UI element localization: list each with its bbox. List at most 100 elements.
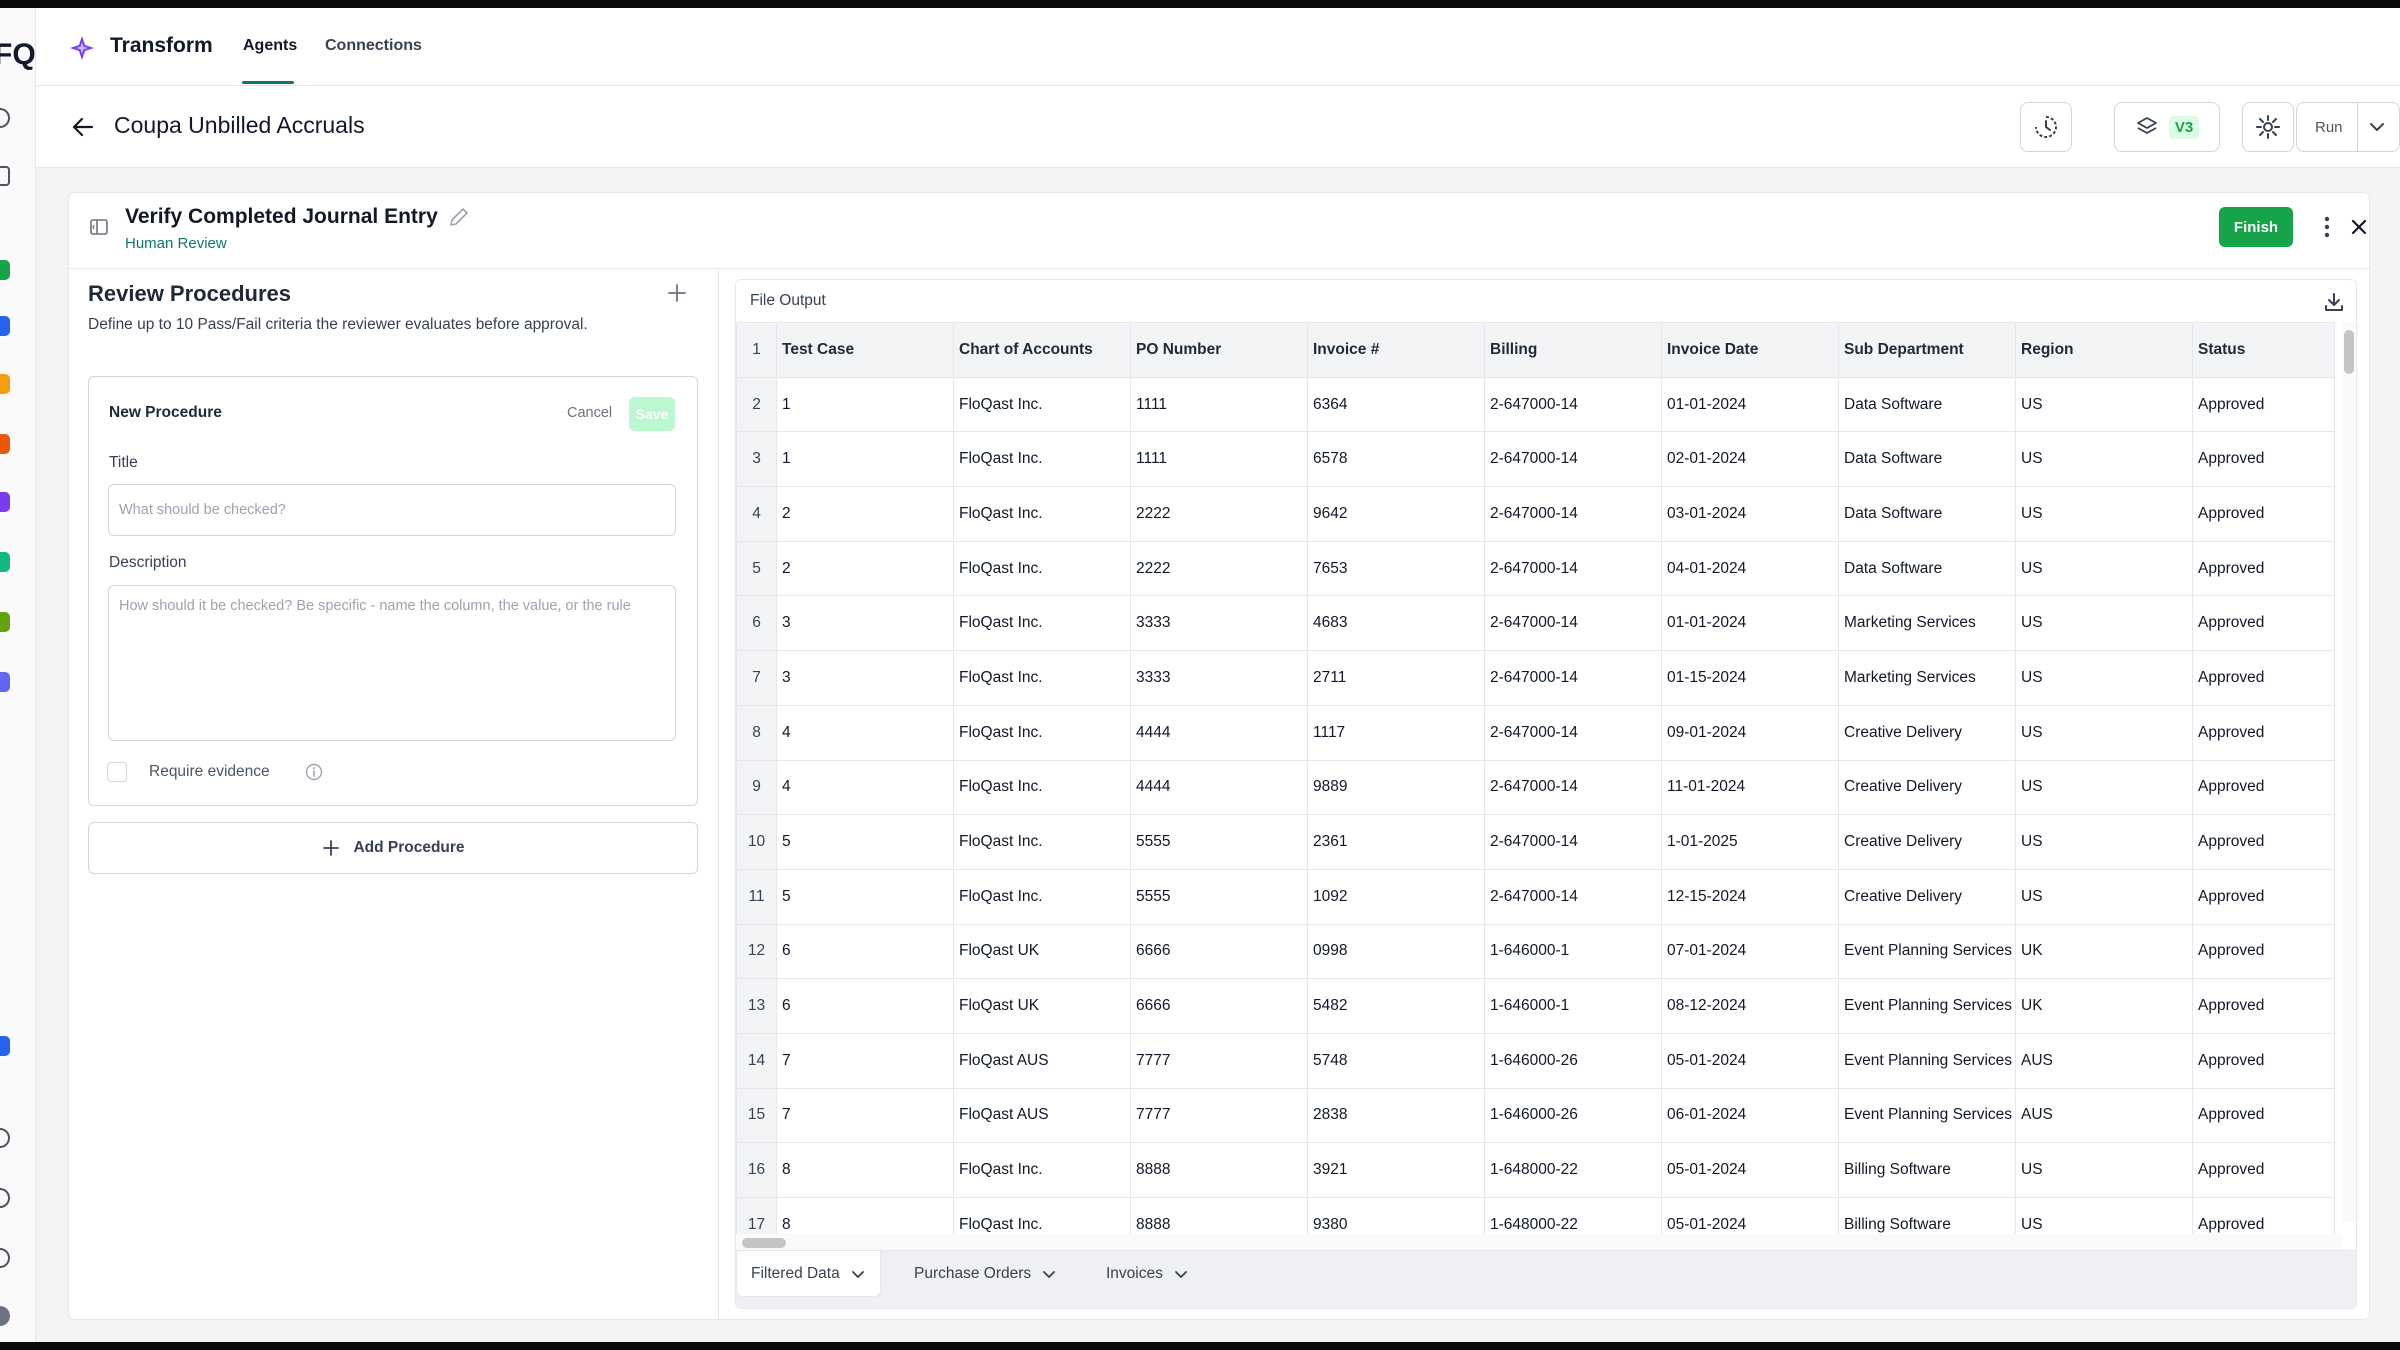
table-cell[interactable]: US bbox=[2015, 540, 2193, 597]
table-cell[interactable]: Data Software bbox=[1838, 486, 2016, 542]
table-cell[interactable]: 2-647000-14 bbox=[1484, 704, 1662, 761]
table-row[interactable]: 8 4 FloQast Inc. 4444 1117 2-647000-14 09-01-2… bbox=[736, 704, 2335, 761]
app-icon-lime[interactable] bbox=[0, 612, 10, 632]
table-row[interactable]: 12 6 FloQast UK 6666 0998 1-646000-1 07-01-202… bbox=[736, 923, 2335, 980]
table-cell[interactable]: 5748 bbox=[1307, 1032, 1485, 1089]
chevron-down-icon[interactable] bbox=[1041, 1266, 1057, 1282]
table-cell[interactable]: 01-15-2024 bbox=[1661, 650, 1839, 706]
table-cell[interactable]: FloQast AUS bbox=[953, 1087, 1131, 1144]
column-header[interactable]: Sub Department bbox=[1838, 322, 2016, 378]
table-cell[interactable]: US bbox=[2015, 1197, 2193, 1234]
table-cell[interactable]: 5 bbox=[776, 814, 954, 870]
table-cell[interactable]: Creative Delivery bbox=[1838, 759, 2016, 816]
save-button[interactable]: Save bbox=[629, 397, 675, 431]
table-cell[interactable]: 2-647000-14 bbox=[1484, 868, 1662, 925]
table-cell[interactable]: 01-01-2024 bbox=[1661, 595, 1839, 652]
table-cell[interactable]: US bbox=[2015, 431, 2193, 488]
table-cell[interactable]: FloQast Inc. bbox=[953, 868, 1131, 925]
table-cell[interactable]: FloQast Inc. bbox=[953, 540, 1131, 597]
table-cell[interactable]: 5555 bbox=[1130, 814, 1308, 870]
column-header[interactable]: Test Case bbox=[776, 322, 954, 378]
table-cell[interactable]: 2 bbox=[776, 540, 954, 597]
table-cell[interactable]: Approved bbox=[2192, 978, 2335, 1034]
table-cell[interactable]: 2-647000-14 bbox=[1484, 486, 1662, 542]
table-cell[interactable]: US bbox=[2015, 814, 2193, 870]
app-icon-red[interactable] bbox=[0, 434, 10, 454]
table-row[interactable]: 3 1 FloQast Inc. 1111 6578 2-647000-14 02-01-2… bbox=[736, 431, 2335, 488]
table-cell[interactable]: 2-647000-14 bbox=[1484, 595, 1662, 652]
table-row[interactable]: 14 7 FloQast AUS 7777 5748 1-646000-26 05-01-2… bbox=[736, 1032, 2335, 1089]
table-cell[interactable]: 4 bbox=[776, 759, 954, 816]
table-cell[interactable]: 1-648000-22 bbox=[1484, 1197, 1662, 1234]
table-cell[interactable]: 1-646000-26 bbox=[1484, 1087, 1662, 1144]
table-cell[interactable]: 06-01-2024 bbox=[1661, 1087, 1839, 1144]
finish-button[interactable]: Finish bbox=[2219, 207, 2293, 247]
table-row[interactable]: 4 2 FloQast Inc. 2222 9642 2-647000-14 03-01-2… bbox=[736, 486, 2335, 542]
table-cell[interactable]: UK bbox=[2015, 978, 2193, 1034]
table-cell[interactable]: 8 bbox=[776, 1197, 954, 1234]
table-cell[interactable]: 09-01-2024 bbox=[1661, 704, 1839, 761]
table-cell[interactable]: 1111 bbox=[1130, 431, 1308, 488]
table-cell[interactable]: Approved bbox=[2192, 431, 2335, 488]
table-cell[interactable]: 6 bbox=[776, 923, 954, 980]
table-cell[interactable]: FloQast UK bbox=[953, 923, 1131, 980]
table-cell[interactable]: 1-646000-1 bbox=[1484, 923, 1662, 980]
app-icon-indigo[interactable] bbox=[0, 672, 10, 692]
table-cell[interactable]: Data Software bbox=[1838, 376, 2016, 433]
menu-icon[interactable] bbox=[0, 166, 10, 186]
table-row[interactable]: 6 3 FloQast Inc. 3333 4683 2-647000-14 01-01-2… bbox=[736, 595, 2335, 652]
chevron-down-icon[interactable] bbox=[850, 1266, 866, 1282]
table-cell[interactable]: 7 bbox=[776, 1087, 954, 1144]
table-cell[interactable]: 1-646000-26 bbox=[1484, 1032, 1662, 1089]
table-row[interactable]: 9 4 FloQast Inc. 4444 9889 2-647000-14 11-01-2… bbox=[736, 759, 2335, 816]
table-cell[interactable]: US bbox=[2015, 376, 2193, 433]
table-cell[interactable]: 1092 bbox=[1307, 868, 1485, 925]
table-cell[interactable]: 2838 bbox=[1307, 1087, 1485, 1144]
table-cell[interactable]: FloQast AUS bbox=[953, 1032, 1131, 1089]
table-cell[interactable]: 8 bbox=[776, 1142, 954, 1198]
table-cell[interactable]: US bbox=[2015, 868, 2193, 925]
plus-icon[interactable] bbox=[665, 281, 689, 305]
table-cell[interactable]: 01-01-2024 bbox=[1661, 376, 1839, 433]
table-cell[interactable]: FloQast Inc. bbox=[953, 759, 1131, 816]
table-cell[interactable]: 9380 bbox=[1307, 1197, 1485, 1234]
chevron-down-icon[interactable] bbox=[1173, 1266, 1189, 1282]
table-cell[interactable]: 8888 bbox=[1130, 1142, 1308, 1198]
title-input[interactable] bbox=[108, 484, 676, 536]
table-cell[interactable]: FloQast Inc. bbox=[953, 486, 1131, 542]
app-icon-purple[interactable] bbox=[0, 492, 10, 512]
table-cell[interactable]: 1111 bbox=[1130, 376, 1308, 433]
table-cell[interactable]: FloQast Inc. bbox=[953, 704, 1131, 761]
table-cell[interactable]: UK bbox=[2015, 923, 2193, 980]
description-textarea[interactable] bbox=[108, 585, 676, 741]
table-cell[interactable]: 4444 bbox=[1130, 704, 1308, 761]
table-cell[interactable]: 6 bbox=[776, 978, 954, 1034]
spreadsheet-grid[interactable]: 1 Test Case Chart of Accounts PO Number … bbox=[736, 322, 2356, 1234]
table-cell[interactable]: 7653 bbox=[1307, 540, 1485, 597]
table-cell[interactable]: 8888 bbox=[1130, 1197, 1308, 1234]
help-icon[interactable] bbox=[0, 1128, 10, 1148]
table-cell[interactable]: Event Planning Services bbox=[1838, 978, 2016, 1034]
table-cell[interactable]: Creative Delivery bbox=[1838, 868, 2016, 925]
table-cell[interactable]: 5 bbox=[776, 868, 954, 925]
table-cell[interactable]: US bbox=[2015, 704, 2193, 761]
table-cell[interactable]: Billing Software bbox=[1838, 1142, 2016, 1198]
column-header[interactable]: Billing bbox=[1484, 322, 1662, 378]
vertical-scrollbar[interactable] bbox=[2342, 322, 2356, 1222]
table-cell[interactable]: 9642 bbox=[1307, 486, 1485, 542]
table-cell[interactable]: Billing Software bbox=[1838, 1197, 2016, 1234]
table-cell[interactable]: 4 bbox=[776, 704, 954, 761]
table-cell[interactable]: 2222 bbox=[1130, 486, 1308, 542]
table-cell[interactable]: Approved bbox=[2192, 486, 2335, 542]
table-row[interactable]: 16 8 FloQast Inc. 8888 3921 1-648000-22 05-01-… bbox=[736, 1142, 2335, 1198]
table-cell[interactable]: 2 bbox=[776, 486, 954, 542]
table-cell[interactable]: Approved bbox=[2192, 376, 2335, 433]
table-cell[interactable]: 2-647000-14 bbox=[1484, 431, 1662, 488]
settings-icon[interactable] bbox=[0, 1248, 10, 1268]
history-icon[interactable] bbox=[0, 1188, 10, 1208]
table-cell[interactable]: Approved bbox=[2192, 759, 2335, 816]
column-header[interactable]: Status bbox=[2192, 322, 2335, 378]
sheet-tab-filtered-data[interactable]: Filtered Data bbox=[736, 1251, 881, 1297]
table-cell[interactable]: 3 bbox=[776, 650, 954, 706]
app-icon-teal[interactable] bbox=[0, 552, 10, 572]
